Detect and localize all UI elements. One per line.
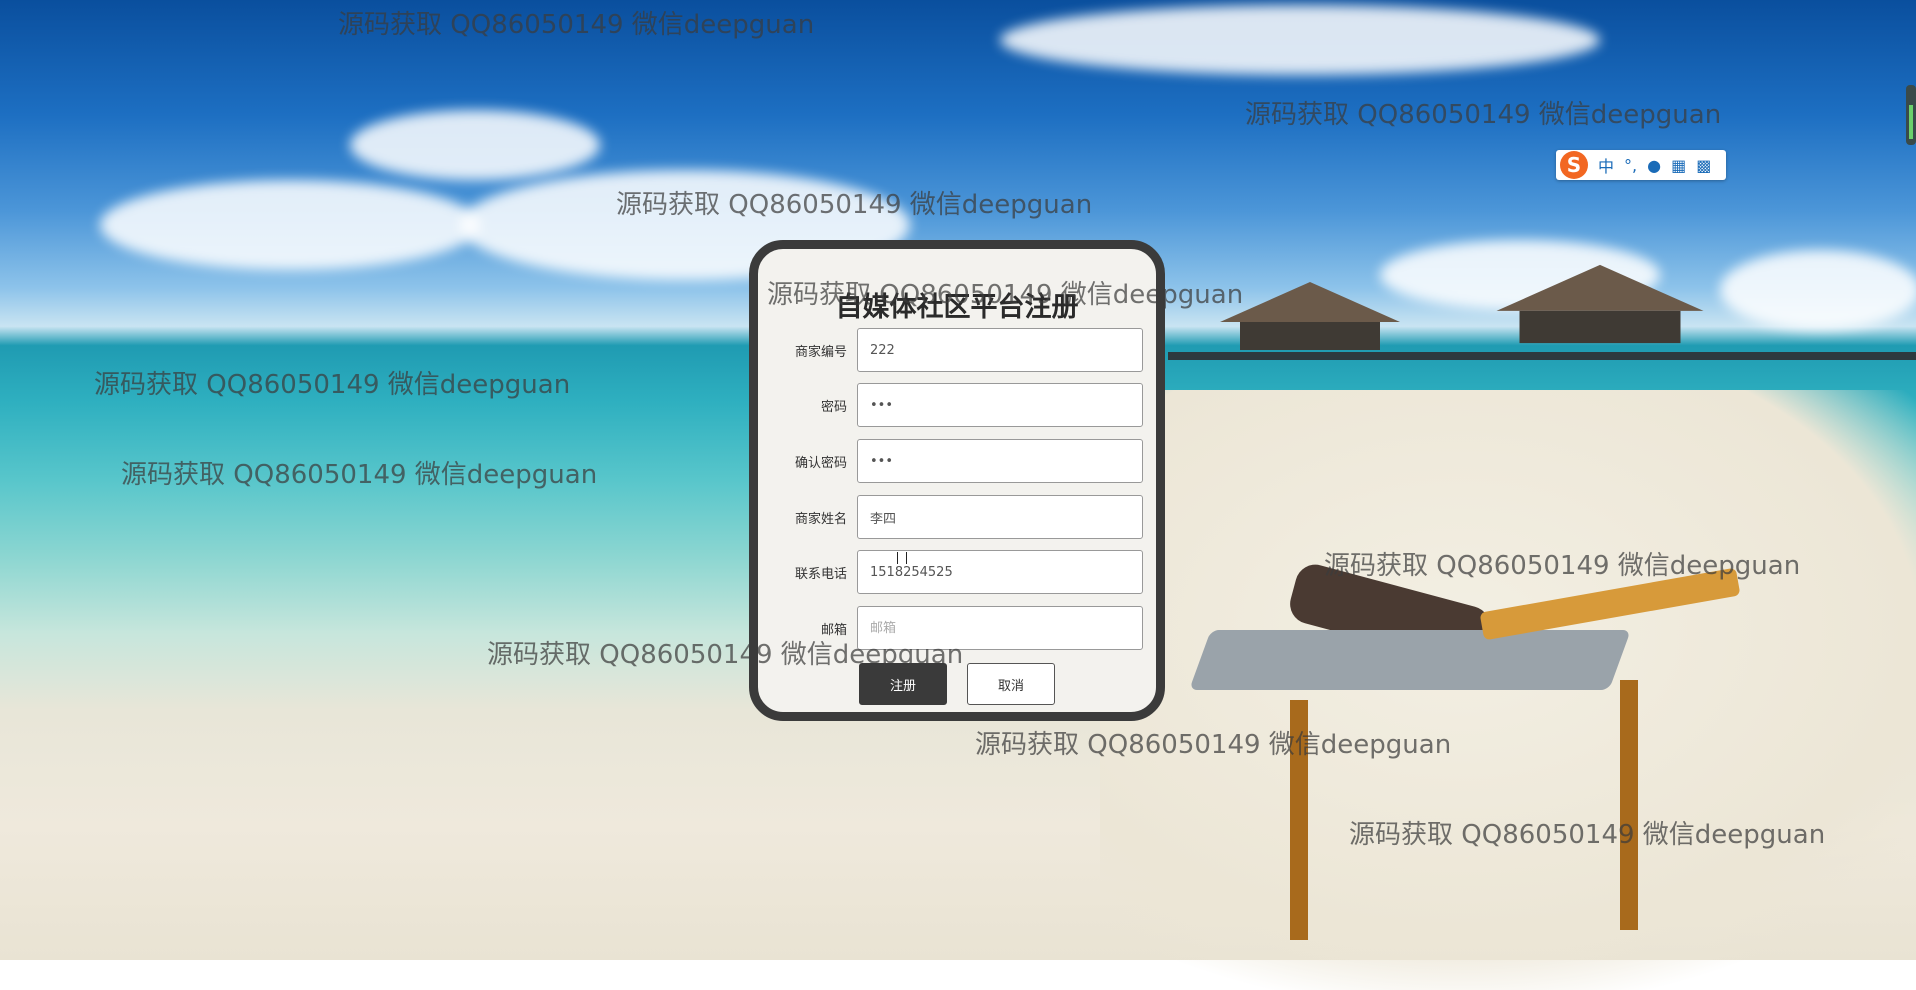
cloud [100, 180, 480, 270]
confirm-password-input[interactable] [857, 439, 1143, 483]
field-row-phone: 联系电话 [758, 550, 1156, 594]
watermark: 源码获取 QQ86050149 微信deepguan [616, 190, 1093, 220]
apps-grid-icon[interactable]: ▩ [1696, 156, 1711, 175]
cloud [1000, 5, 1600, 75]
watermark: 源码获取 QQ86050149 微信deepguan [767, 280, 1244, 310]
microphone-icon[interactable]: ● [1647, 156, 1661, 175]
field-row-merchant-name: 商家姓名 [758, 495, 1156, 539]
merchant-name-label: 商家姓名 [794, 512, 847, 527]
watermark: 源码获取 QQ86050149 微信deepguan [94, 370, 571, 400]
text-cursor-icon [897, 552, 907, 564]
cloud [1720, 250, 1916, 330]
lounge-chair [1189, 560, 1760, 950]
sogou-logo-icon: S [1560, 151, 1588, 179]
ime-toolbar[interactable]: S 中 °, ● ▦ ▩ [1556, 150, 1726, 180]
field-row-merchant-id: 商家编号 [758, 328, 1156, 372]
password-input[interactable] [857, 383, 1143, 427]
confirm-password-label: 确认密码 [794, 456, 847, 471]
watermark: 源码获取 QQ86050149 微信deepguan [338, 10, 815, 40]
volume-indicator [1906, 85, 1916, 145]
watermark: 源码获取 QQ86050149 微信deepguan [1245, 100, 1722, 130]
watermark: 源码获取 QQ86050149 微信deepguan [487, 640, 964, 670]
field-row-password: 密码 [758, 383, 1156, 427]
phone-label: 联系电话 [794, 567, 847, 582]
cloud [350, 110, 600, 180]
merchant-id-label: 商家编号 [794, 345, 847, 360]
field-row-confirm-password: 确认密码 [758, 439, 1156, 483]
hut [1496, 264, 1704, 344]
watermark: 源码获取 QQ86050149 微信deepguan [1349, 820, 1826, 850]
watermark: 源码获取 QQ86050149 微信deepguan [121, 460, 598, 490]
watermark: 源码获取 QQ86050149 微信deepguan [1324, 551, 1801, 581]
merchant-name-input[interactable] [857, 495, 1143, 539]
pier [1168, 352, 1916, 360]
punctuation-icon[interactable]: °, [1624, 156, 1637, 175]
merchant-id-input[interactable] [857, 328, 1143, 372]
cancel-button[interactable]: 取消 [967, 663, 1055, 705]
keyboard-icon[interactable]: ▦ [1671, 156, 1686, 175]
ime-lang-label[interactable]: 中 [1598, 153, 1614, 177]
hut [1220, 282, 1400, 350]
password-label: 密码 [820, 400, 847, 415]
watermark: 源码获取 QQ86050149 微信deepguan [975, 730, 1452, 760]
